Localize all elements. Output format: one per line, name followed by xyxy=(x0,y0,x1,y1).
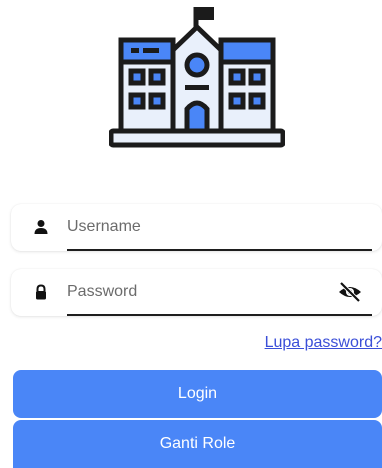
username-field[interactable] xyxy=(11,204,382,251)
username-underline xyxy=(67,249,372,251)
username-input[interactable] xyxy=(67,212,317,242)
forgot-password-link[interactable]: Lupa password? xyxy=(265,334,382,352)
lock-icon xyxy=(36,284,46,300)
password-underline xyxy=(67,314,372,316)
switch-role-button[interactable]: Ganti Role xyxy=(13,420,382,468)
password-input[interactable] xyxy=(67,277,317,307)
school-building-icon xyxy=(109,7,285,148)
eye-off-icon[interactable] xyxy=(338,281,362,303)
login-button[interactable]: Login xyxy=(13,370,382,418)
user-icon xyxy=(34,220,48,234)
password-field[interactable] xyxy=(11,269,382,316)
